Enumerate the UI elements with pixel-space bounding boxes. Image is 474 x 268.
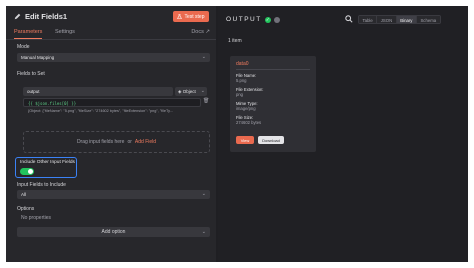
include-other-fields-highlight: Include Other Input Fields bbox=[15, 157, 77, 178]
file-size-value: 274602 bytes bbox=[236, 120, 262, 126]
field-value-preview: {Object: {"fileName": "5.png", "fileSize… bbox=[28, 109, 173, 113]
trash-icon[interactable]: 🗑 bbox=[203, 98, 209, 104]
mode-value: Manual Mapping bbox=[21, 55, 55, 60]
node-title: Edit Fields1 bbox=[14, 12, 67, 21]
pin-icon[interactable] bbox=[273, 16, 280, 23]
chevron-down-icon: ⌄ bbox=[201, 54, 206, 60]
mode-json[interactable]: JSON bbox=[377, 16, 397, 23]
drop-zone-or: or bbox=[127, 139, 132, 145]
search-icon[interactable] bbox=[345, 15, 353, 23]
chevron-down-icon: ⌄ bbox=[201, 229, 206, 235]
check-circle-icon: ✓ bbox=[264, 16, 271, 23]
field-assignment: output ◈ Object ⌄ {{ $json.files[0] }} 🗑 … bbox=[17, 87, 210, 125]
mode-schema[interactable]: Schema bbox=[416, 16, 440, 23]
divider bbox=[236, 69, 310, 70]
mode-label: Mode bbox=[17, 44, 30, 50]
input-fields-value: All bbox=[21, 192, 27, 197]
node-title-text[interactable]: Edit Fields1 bbox=[25, 12, 67, 21]
file-size-row: File Size: 274602 bytes bbox=[236, 115, 261, 125]
mode-table[interactable]: Table bbox=[359, 16, 378, 23]
file-extension-value: png bbox=[236, 92, 243, 98]
add-field-link[interactable]: Add Field bbox=[135, 139, 156, 145]
field-name-input[interactable]: output bbox=[23, 87, 173, 96]
parameters-panel: Edit Fields1 Test step Parameters Settin… bbox=[6, 6, 216, 262]
mime-type-value: image/png bbox=[236, 106, 256, 112]
app-window: Edit Fields1 Test step Parameters Settin… bbox=[6, 6, 468, 262]
include-other-fields-toggle[interactable] bbox=[20, 168, 34, 175]
field-type-value: Object bbox=[182, 89, 196, 94]
view-button[interactable]: View bbox=[236, 136, 254, 144]
panel-tabs: Parameters Settings Docs ↗ bbox=[6, 26, 216, 40]
add-option-button[interactable]: Add option ⌄ bbox=[17, 227, 210, 237]
test-step-button[interactable]: Test step bbox=[173, 11, 209, 22]
output-header: OUTPUT ✓ bbox=[226, 16, 280, 23]
mode-select[interactable]: Manual Mapping ⌄ bbox=[17, 53, 210, 62]
include-other-fields-label: Include Other Input Fields bbox=[20, 160, 75, 165]
tab-parameters[interactable]: Parameters bbox=[14, 29, 43, 39]
fields-to-set-label: Fields to Set bbox=[17, 71, 45, 77]
toggle-knob bbox=[28, 169, 33, 174]
tab-settings[interactable]: Settings bbox=[55, 29, 75, 35]
flask-icon bbox=[177, 14, 183, 19]
binary-card: data0 File Name: 5.png File Extension: p… bbox=[230, 56, 316, 152]
options-label: Options bbox=[17, 206, 35, 212]
chevron-down-icon: ⌄ bbox=[200, 88, 205, 94]
output-panel: OUTPUT ✓ Table JSON Binary Schema 1 item… bbox=[218, 6, 468, 262]
docs-label: Docs bbox=[191, 29, 204, 35]
test-step-label: Test step bbox=[184, 13, 205, 20]
output-title: OUTPUT bbox=[226, 16, 262, 23]
file-name-value: 5.png bbox=[236, 78, 247, 84]
items-count: 1 item bbox=[228, 38, 242, 44]
binary-card-title: data0 bbox=[236, 61, 249, 67]
field-value-expression[interactable]: {{ $json.files[0] }} bbox=[23, 98, 201, 107]
mode-binary[interactable]: Binary bbox=[396, 16, 417, 23]
display-mode-tabs: Table JSON Binary Schema bbox=[358, 15, 441, 24]
drop-zone-text: Drag input fields here bbox=[76, 139, 125, 145]
chevron-down-icon: ⌄ bbox=[201, 191, 206, 197]
add-option-label: Add option bbox=[101, 229, 126, 235]
input-fields-select[interactable]: All ⌄ bbox=[17, 190, 210, 199]
panel-header: Edit Fields1 Test step bbox=[6, 6, 216, 28]
input-fields-label: Input Fields to Include bbox=[17, 182, 66, 188]
file-name-row: File Name: 5.png bbox=[236, 73, 256, 83]
mime-type-row: Mime Type: image/png bbox=[236, 101, 258, 111]
download-button[interactable]: Download bbox=[258, 136, 284, 144]
pencil-icon[interactable] bbox=[14, 13, 21, 20]
docs-link[interactable]: Docs ↗ bbox=[191, 29, 210, 35]
file-extension-row: File Extension: png bbox=[236, 87, 263, 97]
external-link-icon: ↗ bbox=[205, 29, 210, 35]
no-properties-text: No properties bbox=[21, 215, 52, 221]
drop-zone[interactable]: Drag input fields here or Add Field bbox=[23, 131, 210, 153]
field-type-select[interactable]: ◈ Object ⌄ bbox=[175, 87, 207, 96]
